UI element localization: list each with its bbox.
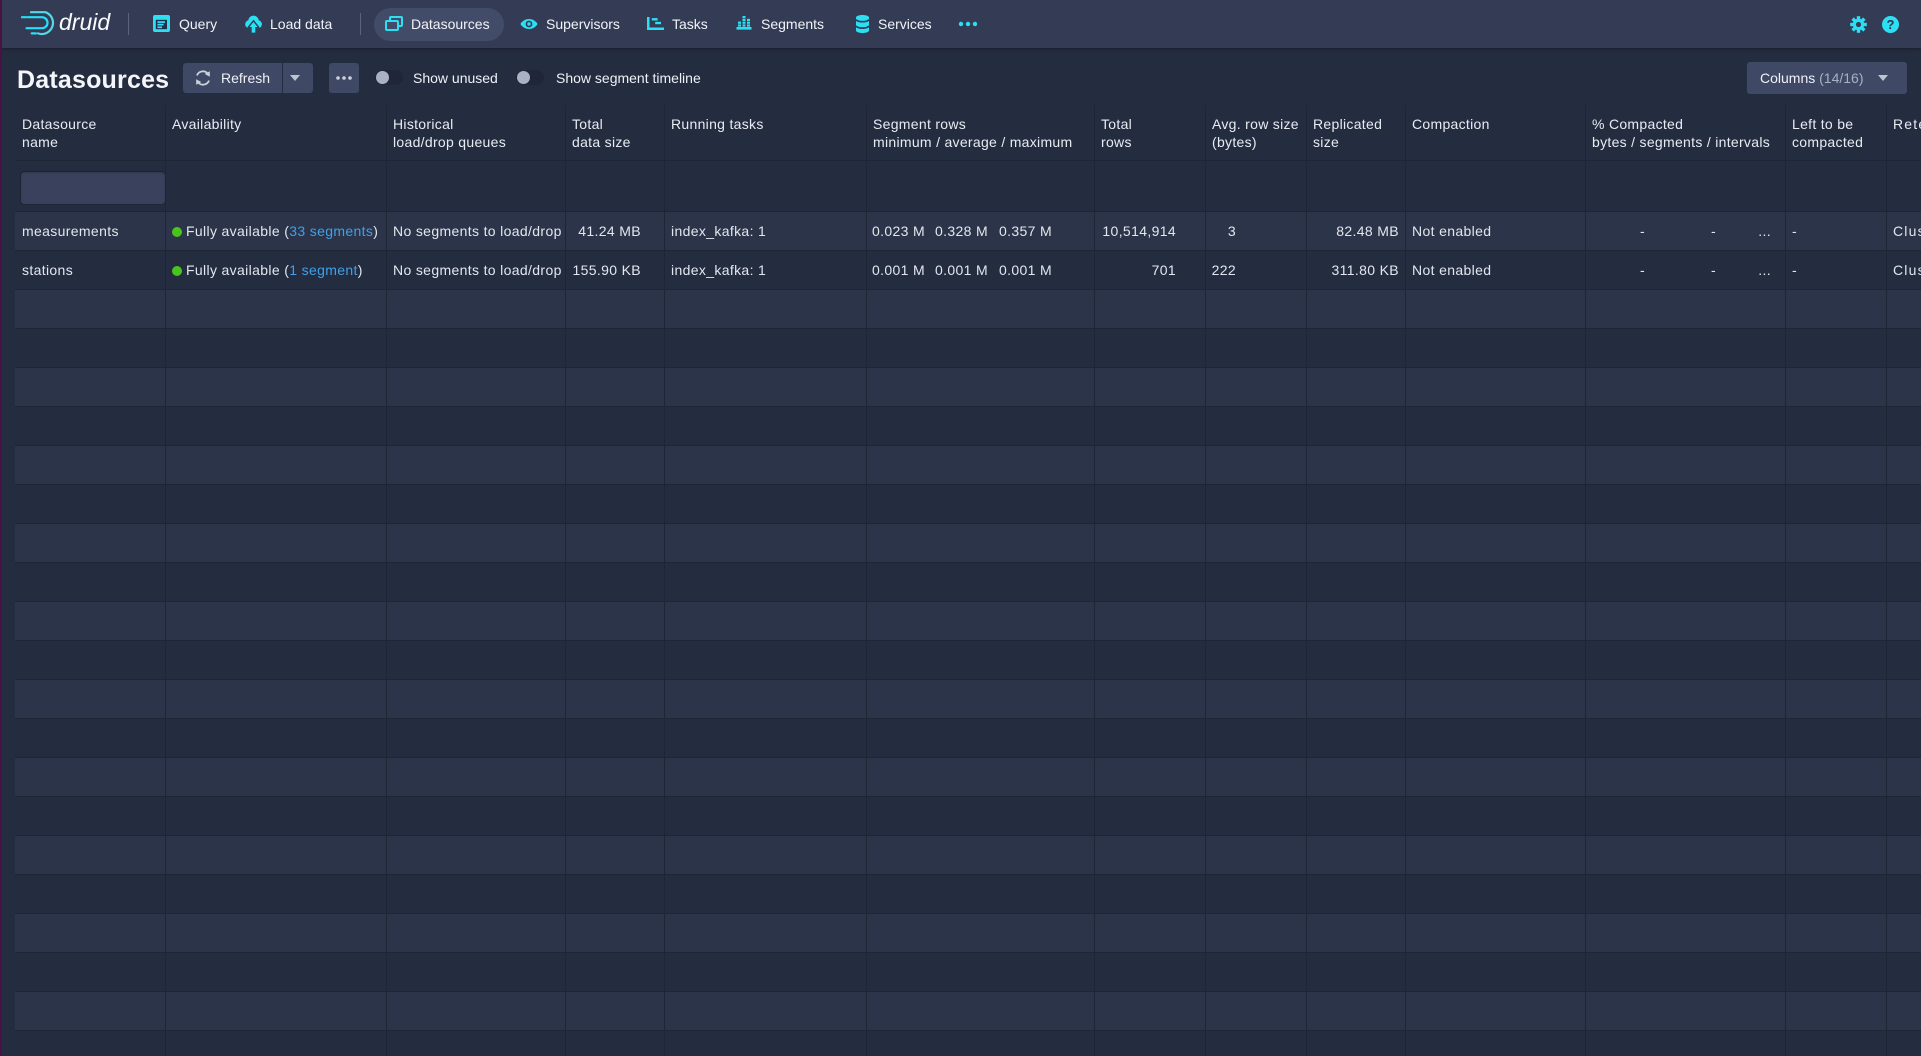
svg-text:?: ? [1887,17,1895,32]
